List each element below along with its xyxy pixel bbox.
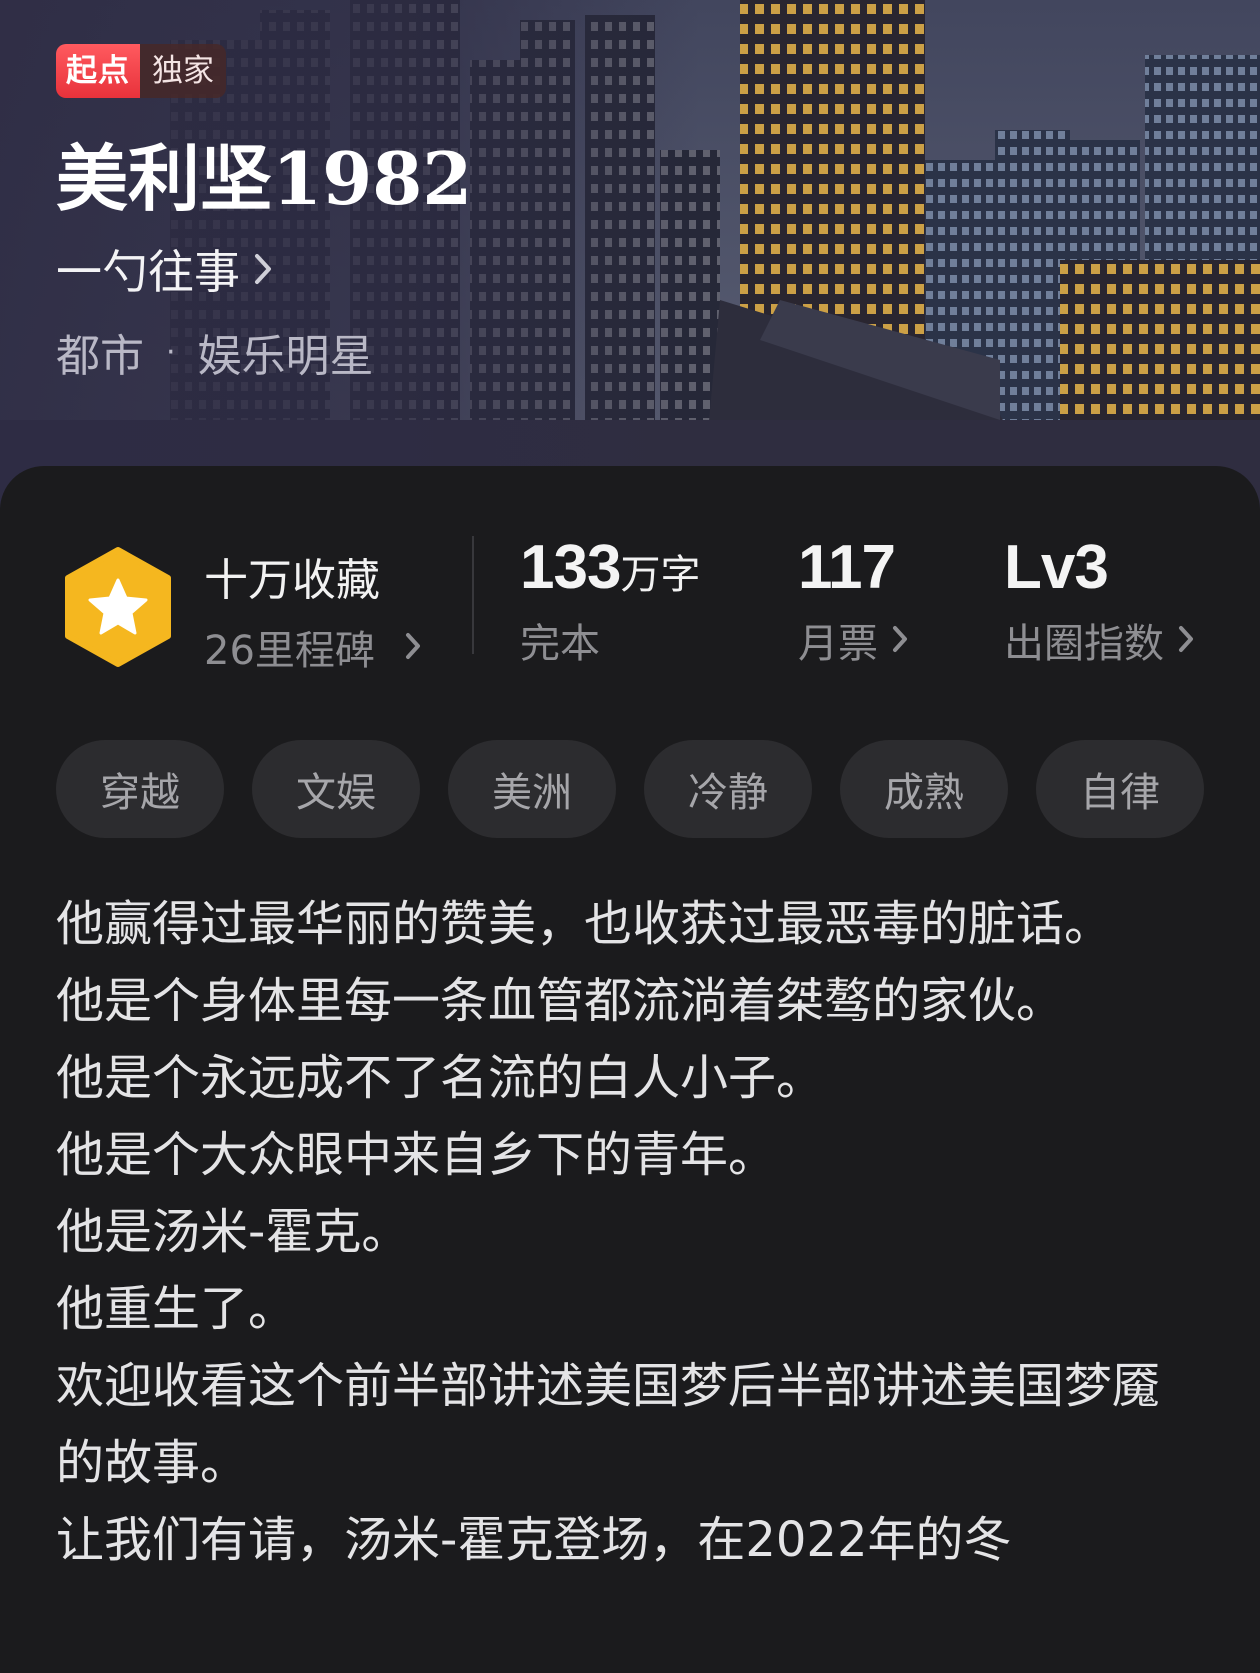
genre-sub: 娱乐明星	[197, 331, 374, 382]
word-count-stat: 133万字 完本	[520, 532, 700, 669]
exclusive-badge: 起点 独家	[56, 44, 226, 98]
description-line: 他是个大众眼中来自乡下的青年。	[56, 1127, 777, 1183]
popularity-link[interactable]: 出圈指数	[1004, 611, 1194, 669]
milestone-link[interactable]: 26里程碑	[204, 618, 421, 676]
chevron-right-icon	[254, 242, 272, 296]
monthly-ticket-number: 117	[798, 533, 896, 602]
description-line: 欢迎收看这个前半部讲述美国梦后半部讲述美国梦魇的故事。	[56, 1358, 1161, 1491]
chevron-right-icon	[405, 624, 421, 670]
chevron-right-icon	[892, 617, 908, 663]
milestone-label: 26里程碑	[204, 628, 375, 674]
stats-row: 十万收藏 26里程碑 133万字 完本 117 月票 Lv3 出圈指数	[0, 533, 1260, 676]
popularity-level: Lv3	[1004, 533, 1109, 602]
description-line: 让我们有请，汤米-霍克登场，在2022年的冬	[56, 1512, 1012, 1568]
tag-list: 穿越 文娱 美洲 冷静 成熟 自律	[56, 740, 1204, 838]
badge-brand: 起点	[56, 44, 140, 98]
genre-separator: ·	[166, 334, 176, 370]
book-description[interactable]: 他赢得过最华丽的赞美，也收获过最恶毒的脏话。 他是个身体里每一条血管都流淌着桀骜…	[56, 886, 1196, 1579]
badge-exclusive: 独家	[140, 44, 226, 98]
tag-chip[interactable]: 文娱	[252, 740, 420, 838]
description-line: 他赢得过最华丽的赞美，也收获过最恶毒的脏话。	[56, 896, 1113, 952]
monthly-ticket-stat[interactable]: 117 月票	[798, 532, 908, 669]
book-info-card: 十万收藏 26里程碑 133万字 完本 117 月票 Lv3 出圈指数 穿越 文…	[0, 466, 1260, 1673]
tag-chip[interactable]: 成熟	[840, 740, 1008, 838]
monthly-ticket-link[interactable]: 月票	[798, 611, 908, 669]
word-count-unit: 万字	[620, 552, 701, 598]
description-line: 他重生了。	[56, 1281, 297, 1337]
word-count-number: 133	[520, 533, 621, 602]
monthly-ticket-label: 月票	[798, 621, 878, 667]
completion-status: 完本	[520, 621, 600, 667]
tag-chip[interactable]: 美洲	[448, 740, 616, 838]
popularity-stat[interactable]: Lv3 出圈指数	[1004, 532, 1194, 669]
genre-row: 都市 · 娱乐明星	[56, 320, 374, 384]
description-line: 他是个永远成不了名流的白人小子。	[56, 1050, 825, 1106]
tag-chip[interactable]: 自律	[1036, 740, 1204, 838]
tag-chip[interactable]: 穿越	[56, 740, 224, 838]
author-link[interactable]: 一勺往事	[56, 236, 272, 302]
book-title: 美利坚1982	[56, 136, 473, 221]
description-line: 他是个身体里每一条血管都流淌着桀骜的家伙。	[56, 973, 1065, 1029]
description-line: 他是汤米-霍克。	[56, 1204, 410, 1260]
collection-stat[interactable]: 十万收藏 26里程碑	[204, 544, 421, 676]
stats-divider	[472, 536, 474, 654]
collection-title: 十万收藏	[204, 555, 380, 606]
hero-banner: 起点 独家 美利坚1982 一勺往事 都市 · 娱乐明星	[0, 0, 1260, 520]
tag-chip[interactable]: 冷静	[644, 740, 812, 838]
star-hexagon-icon	[65, 547, 171, 667]
author-name: 一勺往事	[56, 245, 240, 299]
genre-main: 都市	[56, 331, 144, 382]
popularity-label: 出圈指数	[1004, 621, 1164, 667]
chevron-right-icon	[1178, 617, 1194, 663]
